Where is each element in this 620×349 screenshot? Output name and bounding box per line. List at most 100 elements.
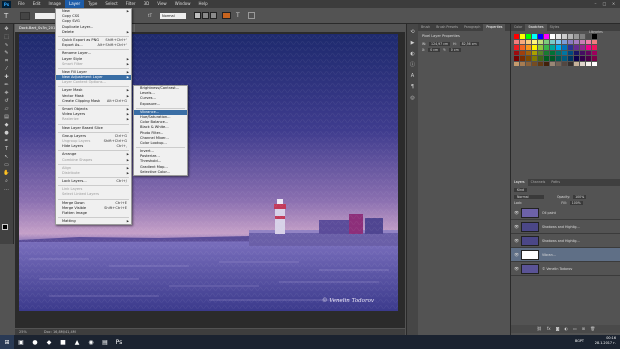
tab-layers[interactable]: Layers: [511, 179, 528, 186]
swatch[interactable]: [556, 45, 561, 50]
swatch[interactable]: [562, 39, 567, 44]
tab-styles[interactable]: Styles: [547, 24, 563, 31]
menu-item-hide-layers[interactable]: Hide Layers Ctrl+,: [56, 144, 131, 149]
swatch[interactable]: [526, 39, 531, 44]
menu-view[interactable]: View: [153, 0, 171, 8]
tab-brush-presets[interactable]: Brush Presets: [433, 24, 461, 31]
link-layers-icon[interactable]: ⛓: [537, 325, 542, 333]
warp-text-icon[interactable]: T: [236, 12, 243, 19]
menu-item-rasterize[interactable]: Rasterize ▶: [56, 117, 131, 122]
swatch[interactable]: [580, 61, 585, 66]
eraser-tool-icon[interactable]: ▱: [3, 107, 11, 112]
taskbar-app-icon[interactable]: ◉: [84, 335, 98, 349]
dodge-tool-icon[interactable]: ●: [3, 131, 11, 136]
swatch[interactable]: [586, 56, 591, 61]
swatch[interactable]: [550, 34, 555, 39]
maximize-icon[interactable]: □: [600, 0, 609, 8]
trash-icon[interactable]: 🗑: [590, 325, 595, 333]
swatch[interactable]: [562, 50, 567, 55]
info-icon[interactable]: ⓘ: [409, 63, 417, 68]
minimize-icon[interactable]: –: [591, 0, 600, 8]
swatch[interactable]: [574, 56, 579, 61]
swatch[interactable]: [574, 34, 579, 39]
swatch[interactable]: [550, 50, 555, 55]
tab-brush[interactable]: Brush: [418, 24, 433, 31]
kind-filter[interactable]: Kind: [514, 188, 528, 192]
swatch[interactable]: [556, 39, 561, 44]
doc-info[interactable]: Doc: 16,8M/41,4M: [44, 330, 76, 334]
layer-row[interactable]: 👁 Vibran...: [511, 248, 620, 262]
taskbar-app-icon[interactable]: ●: [28, 335, 42, 349]
swatch[interactable]: [568, 50, 573, 55]
menu-image[interactable]: Image: [44, 0, 65, 8]
tab-channels[interactable]: Channels: [528, 179, 549, 186]
swatch[interactable]: [562, 45, 567, 50]
blur-tool-icon[interactable]: ◆: [3, 123, 11, 128]
tool-preset-picker[interactable]: [20, 12, 30, 20]
visibility-eye-icon[interactable]: 👁: [514, 238, 519, 243]
swatch[interactable]: [544, 61, 549, 66]
swatch[interactable]: [526, 50, 531, 55]
taskbar-app-icon[interactable]: ▲: [70, 335, 84, 349]
swatch[interactable]: [586, 34, 591, 39]
swatch[interactable]: [538, 39, 543, 44]
swatch[interactable]: [520, 50, 525, 55]
swatch[interactable]: [580, 34, 585, 39]
menu-item-create-clipping-mask[interactable]: Create Clipping Mask Alt+Ctrl+G: [56, 99, 131, 104]
swatch[interactable]: [580, 39, 585, 44]
history-icon[interactable]: ⟲: [409, 30, 417, 35]
x-field[interactable]: 0 cm: [428, 48, 441, 52]
healing-tool-icon[interactable]: ✚: [3, 75, 11, 80]
new-layer-icon[interactable]: ⊞: [582, 325, 585, 333]
swatch[interactable]: [538, 45, 543, 50]
opacity-field[interactable]: 100%: [573, 195, 587, 199]
swatch[interactable]: [592, 50, 597, 55]
clock[interactable]: 00:16 28.1.2017 г.: [595, 336, 616, 346]
align-left-icon[interactable]: [194, 12, 201, 19]
visibility-eye-icon[interactable]: 👁: [514, 266, 519, 271]
adjustments-icon[interactable]: ◐: [409, 52, 417, 57]
layer-row[interactable]: 👁 © Venelin Todorov: [511, 262, 620, 276]
swatch[interactable]: [568, 61, 573, 66]
swatch[interactable]: [580, 45, 585, 50]
type-tool-icon[interactable]: T: [4, 12, 12, 20]
swatch[interactable]: [550, 39, 555, 44]
visibility-eye-icon[interactable]: 👁: [514, 252, 519, 257]
swatch[interactable]: [568, 56, 573, 61]
pen-tool-icon[interactable]: ✒: [3, 139, 11, 144]
navigator-icon[interactable]: ◎: [409, 96, 417, 101]
swatch[interactable]: [592, 45, 597, 50]
swatch[interactable]: [514, 39, 519, 44]
swatch[interactable]: [592, 61, 597, 66]
menu-select[interactable]: Select: [101, 0, 121, 8]
swatch[interactable]: [538, 56, 543, 61]
align-center-icon[interactable]: [202, 12, 209, 19]
add-mask-icon[interactable]: ◙: [556, 325, 560, 333]
menu-item-smart-filter[interactable]: Smart Filter ▶: [56, 62, 131, 67]
menu-help[interactable]: Help: [194, 0, 211, 8]
swatch[interactable]: [538, 50, 543, 55]
move-tool-icon[interactable]: ✥: [3, 27, 11, 32]
swatch[interactable]: [586, 45, 591, 50]
fx-icon[interactable]: fx: [547, 325, 551, 333]
zoom-readout[interactable]: 25%: [19, 330, 27, 334]
swatch[interactable]: [592, 34, 597, 39]
swatch[interactable]: [556, 50, 561, 55]
antialias-select[interactable]: Normal: [160, 13, 186, 19]
zoom-tool-icon[interactable]: ⌕: [3, 179, 11, 184]
swatch[interactable]: [526, 61, 531, 66]
tab-paragraph[interactable]: Paragraph: [461, 24, 483, 31]
y-field[interactable]: 0 cm: [448, 48, 461, 52]
swatch[interactable]: [514, 34, 519, 39]
gradient-tool-icon[interactable]: ▤: [3, 115, 11, 120]
swatch[interactable]: [544, 50, 549, 55]
quick-select-tool-icon[interactable]: ✎: [3, 51, 11, 56]
foreground-color-swatch[interactable]: [2, 224, 8, 230]
history-brush-tool-icon[interactable]: ↺: [3, 99, 11, 104]
tab-properties[interactable]: Properties: [483, 24, 506, 31]
swatch[interactable]: [532, 61, 537, 66]
height-field[interactable]: 82,56 cm: [459, 42, 479, 46]
swatch[interactable]: [520, 56, 525, 61]
swatch[interactable]: [544, 34, 549, 39]
edit-toolbar-icon[interactable]: …: [3, 187, 11, 192]
